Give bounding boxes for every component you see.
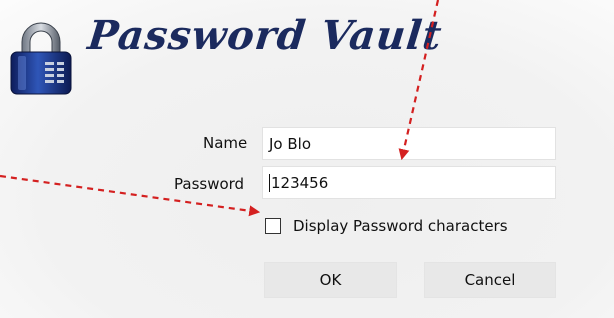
- callout-arrows: [0, 0, 440, 217]
- arrow-to-password-field: [398, 0, 440, 161]
- password-vault-dialog: Password Vault Name Jo Blo Password 1234…: [0, 0, 614, 318]
- arrow-to-show-password-checkbox: [0, 174, 261, 217]
